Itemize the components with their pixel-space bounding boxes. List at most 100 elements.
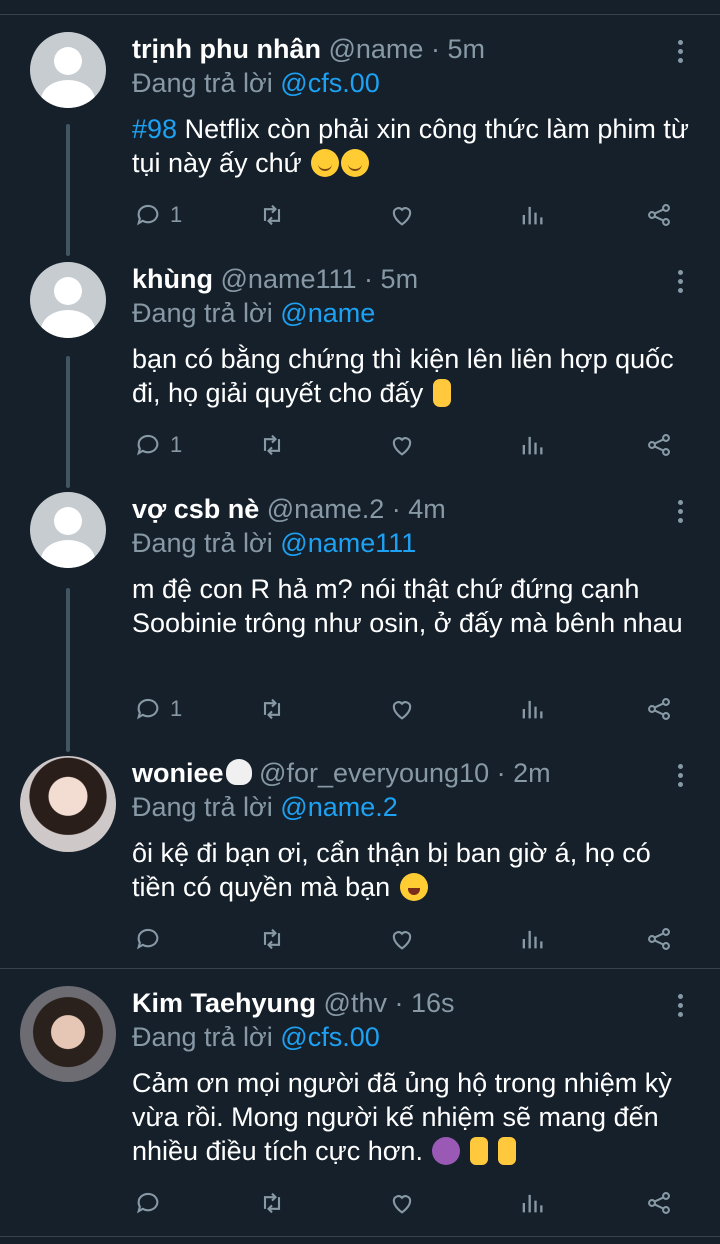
- like-button[interactable]: [388, 200, 416, 230]
- more-icon[interactable]: [670, 498, 690, 528]
- share-button[interactable]: [645, 1188, 673, 1218]
- share-button[interactable]: [645, 694, 673, 724]
- tweet-actions: [0, 924, 720, 954]
- thumbs-up-emoji: [432, 379, 451, 407]
- reply-prefix: Đang trả lời: [132, 1022, 273, 1052]
- hashtag-link[interactable]: #98: [132, 114, 177, 144]
- rabbit-emoji: [225, 759, 252, 785]
- tweet-actions: 1: [0, 430, 720, 460]
- reply-prefix: Đang trả lời: [132, 528, 273, 558]
- like-icon: [392, 701, 412, 720]
- avatar[interactable]: [20, 986, 116, 1082]
- like-button[interactable]: [388, 1188, 416, 1218]
- smiling-face-emoji: [341, 149, 370, 177]
- tweet-header: trịnh phu nhân @name · 5m: [132, 32, 485, 66]
- separator-dot: ·: [391, 494, 401, 524]
- analytics-button[interactable]: [518, 1188, 546, 1218]
- handle[interactable]: @name: [328, 34, 423, 64]
- analytics-icon: [522, 1194, 543, 1213]
- more-icon[interactable]: [670, 38, 690, 68]
- retweet-button[interactable]: [258, 200, 286, 230]
- handle[interactable]: @for_everyoung10: [259, 758, 489, 788]
- like-button[interactable]: [388, 924, 416, 954]
- share-button[interactable]: [645, 924, 673, 954]
- reply-mention[interactable]: @name: [280, 298, 375, 328]
- tweet-actions: 1: [0, 694, 720, 724]
- thread-line: [66, 588, 70, 752]
- analytics-icon: [522, 436, 543, 455]
- like-icon: [392, 437, 412, 456]
- reply-button[interactable]: [134, 1188, 170, 1218]
- more-icon[interactable]: [670, 268, 690, 298]
- analytics-icon: [522, 206, 543, 225]
- avatar[interactable]: [30, 262, 106, 338]
- retweet-button[interactable]: [258, 430, 286, 460]
- handle[interactable]: @name.2: [267, 494, 384, 524]
- analytics-button[interactable]: [518, 430, 546, 460]
- share-button[interactable]: [645, 200, 673, 230]
- laughing-emoji: [399, 873, 428, 901]
- avatar[interactable]: [20, 756, 116, 852]
- tweet-body: m đệ con R hả m? nói thật chứ đứng cạnh …: [132, 574, 683, 638]
- reply-count: 1: [170, 696, 183, 721]
- analytics-button[interactable]: [518, 694, 546, 724]
- crossed-fingers-emoji: [469, 1137, 488, 1165]
- display-name[interactable]: woniee: [132, 758, 224, 788]
- reply-icon: [137, 434, 159, 456]
- timestamp[interactable]: 5m: [381, 264, 419, 294]
- more-icon[interactable]: [670, 992, 690, 1022]
- reply-prefix: Đang trả lời: [132, 68, 273, 98]
- tweet-body: Netflix còn phải xin công thức làm phim …: [132, 114, 689, 178]
- timestamp[interactable]: 16s: [411, 988, 455, 1018]
- thread-line: [66, 356, 70, 488]
- reply-count: 1: [170, 432, 183, 457]
- reply-mention[interactable]: @name.2: [280, 792, 397, 822]
- analytics-button[interactable]: [518, 924, 546, 954]
- reply-mention[interactable]: @name111: [280, 528, 416, 558]
- reply-mention[interactable]: @cfs.00: [280, 68, 379, 98]
- more-icon[interactable]: [670, 762, 690, 792]
- timestamp[interactable]: 2m: [513, 758, 551, 788]
- display-name[interactable]: vợ csb nè: [132, 494, 259, 524]
- retweet-button[interactable]: [258, 694, 286, 724]
- tweet-body: bạn có bằng chứng thì kiện lên liên hợp …: [132, 344, 674, 408]
- timestamp[interactable]: 5m: [447, 34, 485, 64]
- tweet-header: woniee @for_everyoung10 · 2m: [132, 756, 551, 790]
- like-icon: [392, 931, 412, 950]
- reply-button[interactable]: 1: [134, 430, 182, 460]
- handle[interactable]: @name111: [221, 264, 357, 294]
- avatar[interactable]: [30, 32, 106, 108]
- retweet-icon: [263, 1192, 281, 1214]
- display-name[interactable]: Kim Taehyung: [132, 988, 316, 1018]
- analytics-button[interactable]: [518, 200, 546, 230]
- analytics-icon: [522, 930, 543, 949]
- retweet-button[interactable]: [258, 1188, 286, 1218]
- reply-button[interactable]: [134, 924, 170, 954]
- reply-button[interactable]: 1: [134, 694, 182, 724]
- like-button[interactable]: [388, 430, 416, 460]
- tweet-text: Cảm ơn mọi người đã ủng hộ trong nhiệm k…: [132, 1066, 692, 1168]
- separator-dot: ·: [394, 988, 404, 1018]
- display-name[interactable]: khùng: [132, 264, 213, 294]
- reply-icon: [137, 698, 159, 720]
- reply-mention[interactable]: @cfs.00: [280, 1022, 379, 1052]
- reply-icon: [137, 928, 159, 950]
- reply-context: Đang trả lời @name111: [132, 526, 416, 560]
- reply-icon: [137, 204, 159, 226]
- display-name[interactable]: trịnh phu nhân: [132, 34, 321, 64]
- tweet-header: vợ csb nè @name.2 · 4m: [132, 492, 446, 526]
- avatar[interactable]: [30, 492, 106, 568]
- smiling-face-emoji: [311, 149, 340, 177]
- reply-context: Đang trả lời @name.2: [132, 790, 398, 824]
- tweet-header: khùng @name111 · 5m: [132, 262, 418, 296]
- top-divider: [0, 14, 720, 15]
- timestamp[interactable]: 4m: [408, 494, 446, 524]
- like-button[interactable]: [388, 694, 416, 724]
- handle[interactable]: @thv: [324, 988, 387, 1018]
- reply-button[interactable]: 1: [134, 200, 182, 230]
- share-button[interactable]: [645, 430, 673, 460]
- retweet-icon: [263, 434, 281, 456]
- retweet-icon: [263, 698, 281, 720]
- retweet-button[interactable]: [258, 924, 286, 954]
- separator-dot: ·: [430, 34, 440, 64]
